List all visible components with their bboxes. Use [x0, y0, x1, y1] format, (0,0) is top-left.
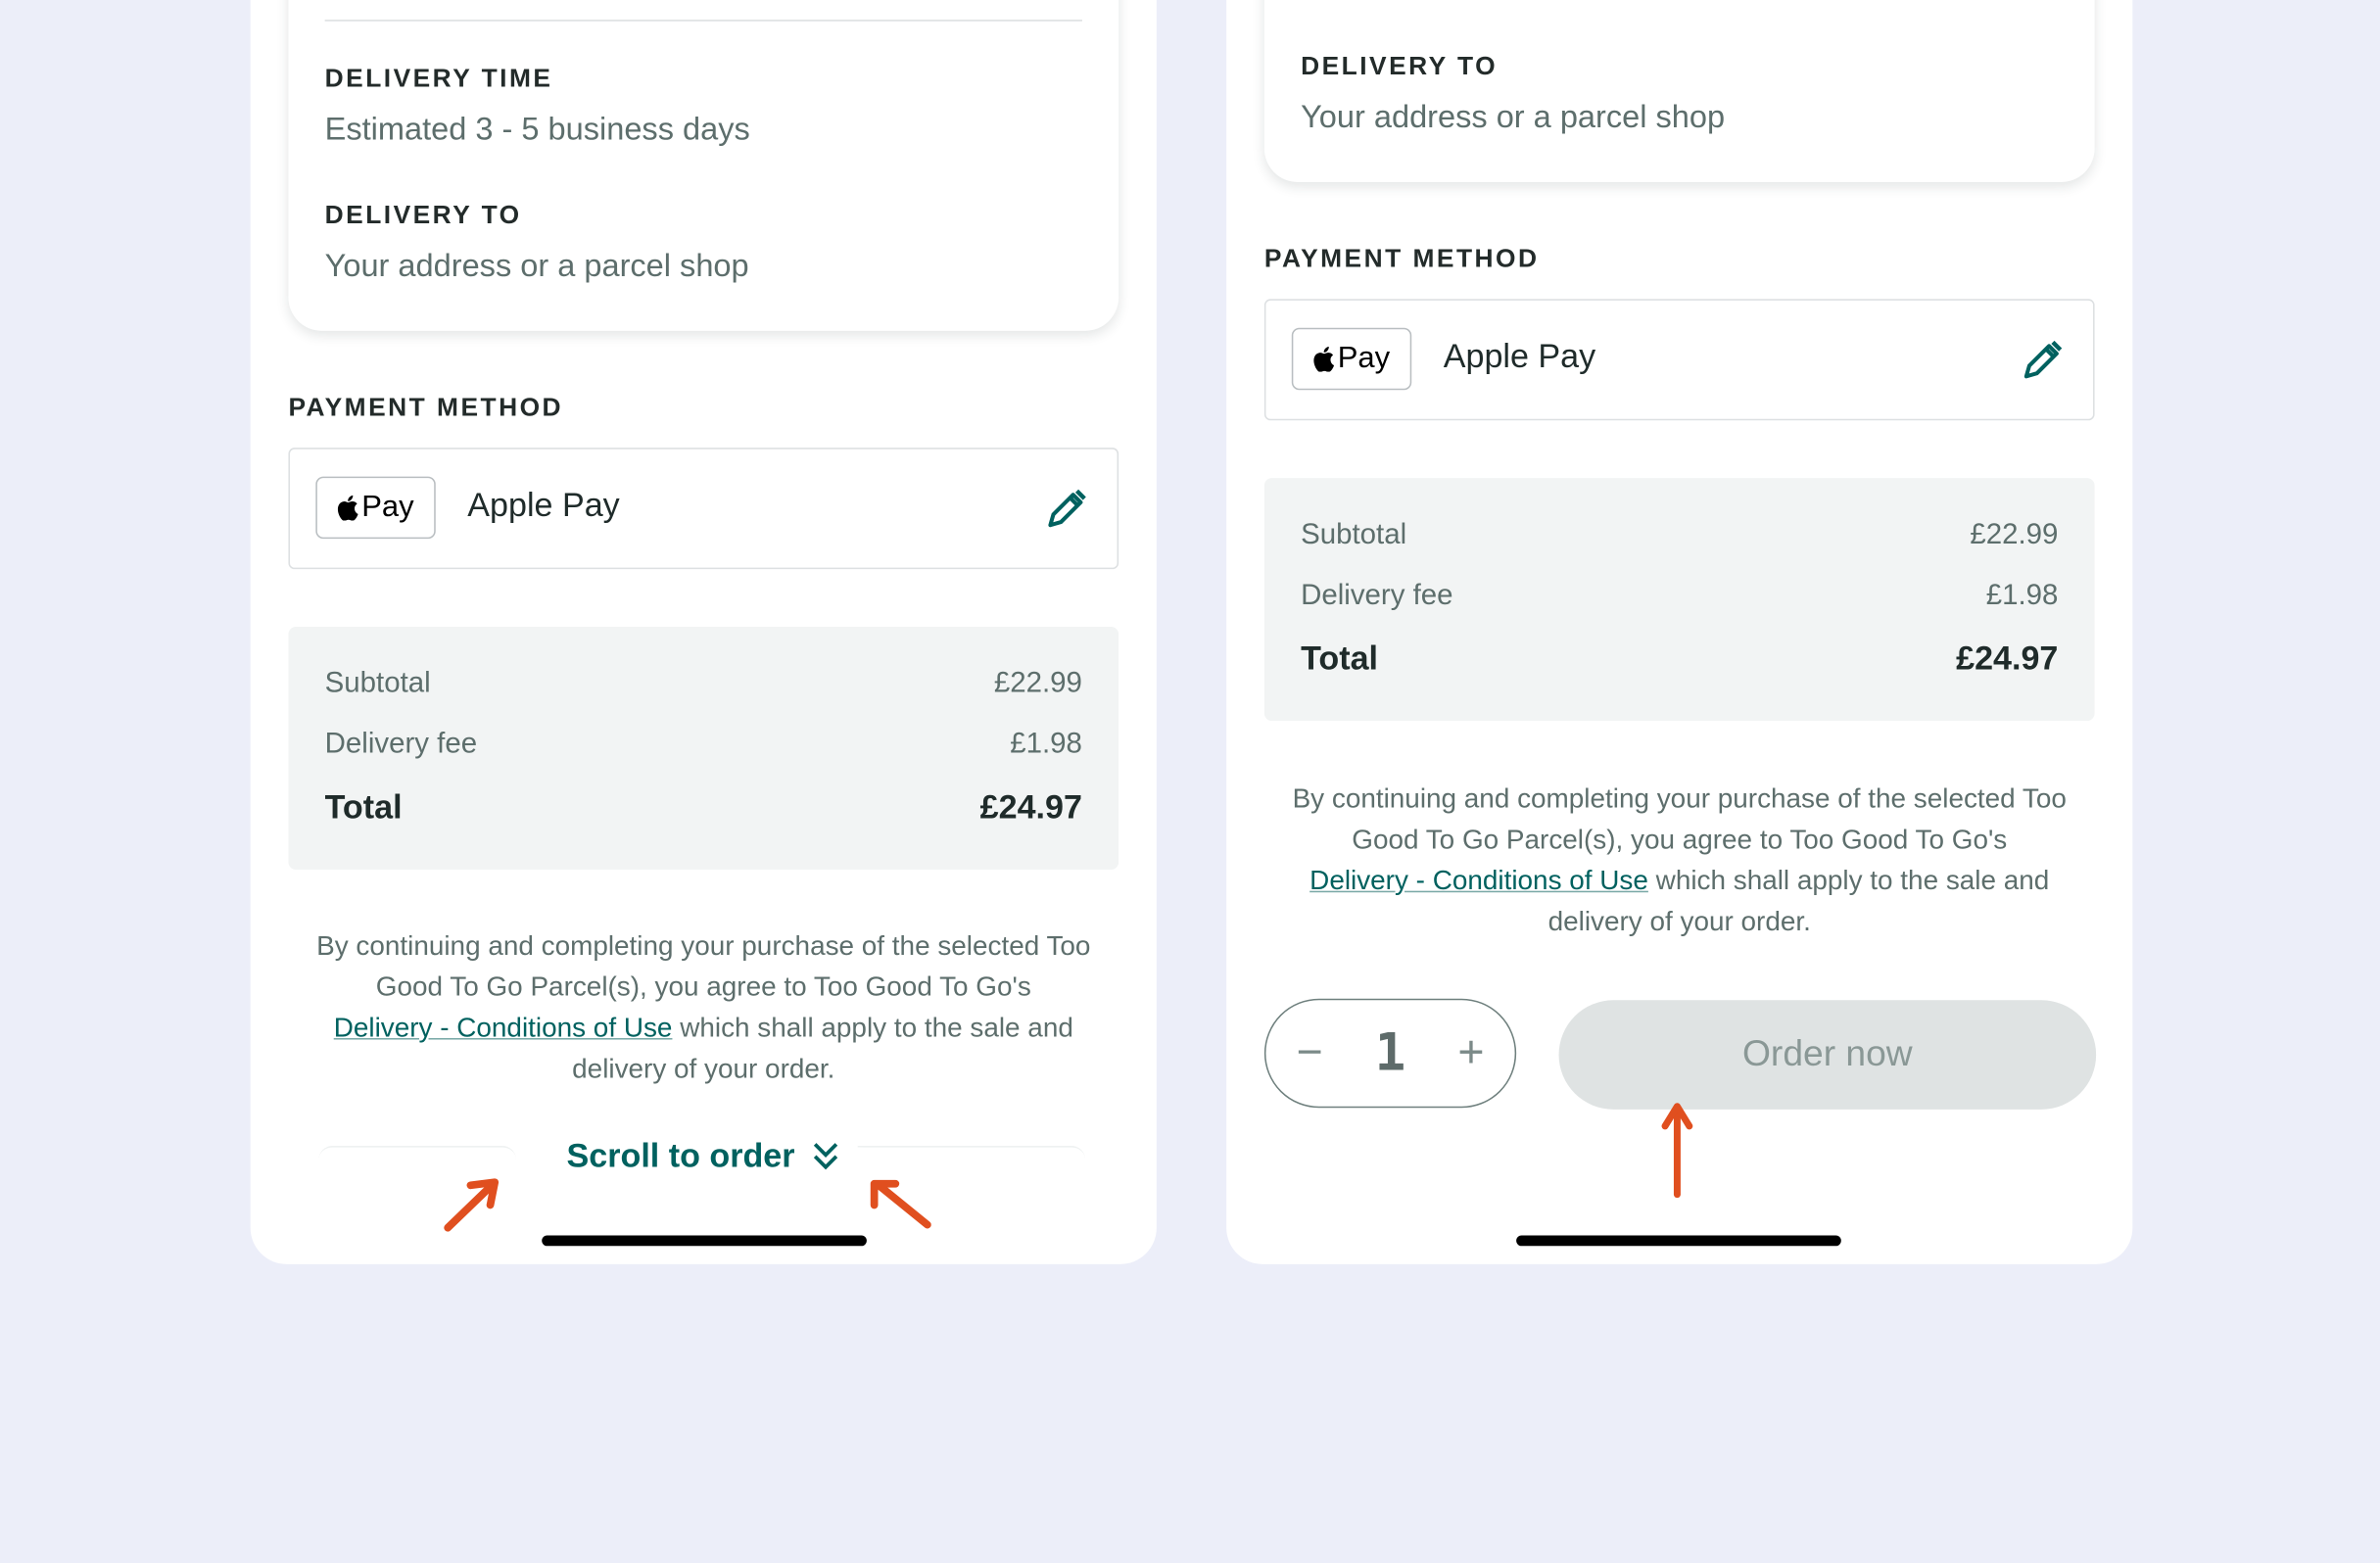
summary-row-subtotal: Subtotal £22.99: [1301, 519, 2058, 552]
scroll-to-order-button[interactable]: Scroll to order: [251, 1137, 1157, 1176]
terms-text-start: By continuing and completing your purcha…: [316, 929, 1091, 1002]
pencil-edit-icon[interactable]: [2018, 337, 2067, 386]
total-value: £24.97: [1956, 639, 2059, 678]
subtotal-label: Subtotal: [1301, 518, 1407, 551]
pencil-edit-icon[interactable]: [1041, 486, 1090, 535]
subtotal-value: £22.99: [993, 667, 1082, 700]
delivery-time-label: DELIVERY TIME: [324, 64, 553, 93]
decrement-button[interactable]: −: [1296, 1029, 1322, 1075]
delivery-info-card: DELIVERY TIME Estimated 3 - 5 business d…: [288, 0, 1119, 331]
summary-row-delivery-fee: Delivery fee £1.98: [325, 729, 1082, 762]
total-label: Total: [324, 787, 403, 827]
delivery-to-label: DELIVERY TO: [324, 200, 522, 230]
home-indicator: [542, 1235, 867, 1247]
price-summary: Subtotal £22.99 Delivery fee £1.98 Total…: [1263, 478, 2095, 722]
apple-pay-badge-text: Pay: [1337, 341, 1391, 375]
payment-method-selector[interactable]: Pay Apple Pay: [1263, 299, 2095, 421]
delivery-fee-label: Delivery fee: [324, 728, 478, 761]
phone-screen-right: DELIVERY TO Your address or a parcel sho…: [1226, 0, 2133, 1264]
payment-method-name: Apple Pay: [467, 485, 620, 524]
annotation-arrow-icon: [444, 1178, 500, 1232]
delivery-time-value: Estimated 3 - 5 business days: [324, 112, 750, 148]
apple-pay-badge-text: Pay: [361, 490, 414, 524]
annotation-arrow-icon: [870, 1179, 931, 1229]
delivery-fee-value: £1.98: [1985, 579, 2059, 612]
total-label: Total: [1301, 639, 1379, 678]
comparison-canvas: DELIVERY TIME Estimated 3 - 5 business d…: [0, 0, 2380, 1563]
terms-text-start: By continuing and completing your purcha…: [1292, 782, 2067, 855]
payment-method-title: PAYMENT METHOD: [1263, 244, 1540, 273]
phone-screen-left: DELIVERY TIME Estimated 3 - 5 business d…: [250, 0, 1157, 1264]
divider: [324, 20, 1082, 22]
delivery-fee-value: £1.98: [1010, 728, 1082, 761]
payment-method-selector[interactable]: Pay Apple Pay: [288, 448, 1119, 570]
terms-text: By continuing and completing your purcha…: [1264, 779, 2095, 942]
delivery-to-label: DELIVERY TO: [1301, 51, 1499, 81]
quantity-value: 1: [1374, 1022, 1406, 1084]
apple-pay-badge: Pay: [315, 476, 436, 540]
payment-method-name: Apple Pay: [1443, 337, 1596, 375]
delivery-to-value: Your address or a parcel shop: [1301, 100, 1726, 135]
annotation-arrow-icon: [1661, 1103, 1693, 1199]
subtotal-value: £22.99: [1970, 518, 2059, 551]
double-chevron-down-icon: [813, 1143, 837, 1170]
summary-row-total: Total £24.97: [1301, 639, 2058, 678]
price-summary: Subtotal £22.99 Delivery fee £1.98 Total…: [288, 627, 1119, 870]
summary-row-total: Total £24.97: [325, 787, 1082, 827]
apple-pay-badge: Pay: [1291, 327, 1412, 391]
payment-method-title: PAYMENT METHOD: [288, 393, 564, 422]
apple-logo-icon: [338, 495, 358, 521]
terms-text: By continuing and completing your purcha…: [288, 925, 1119, 1089]
delivery-info-card: DELIVERY TO Your address or a parcel sho…: [1263, 0, 2095, 182]
conditions-of-use-link[interactable]: Delivery - Conditions of Use: [334, 1013, 673, 1043]
increment-button[interactable]: +: [1457, 1029, 1484, 1075]
delivery-to-value: Your address or a parcel shop: [324, 249, 749, 284]
summary-row-subtotal: Subtotal £22.99: [325, 668, 1082, 701]
order-now-button[interactable]: Order now: [1558, 1000, 2097, 1110]
apple-logo-icon: [1313, 346, 1335, 372]
subtotal-label: Subtotal: [324, 667, 431, 700]
quantity-stepper[interactable]: − 1 +: [1263, 998, 1517, 1109]
scroll-to-order-label: Scroll to order: [566, 1136, 795, 1175]
summary-row-delivery-fee: Delivery fee £1.98: [1301, 580, 2058, 613]
conditions-of-use-link[interactable]: Delivery - Conditions of Use: [1309, 865, 1648, 895]
total-value: £24.97: [979, 787, 1082, 827]
delivery-fee-label: Delivery fee: [1301, 579, 1453, 612]
home-indicator: [1516, 1235, 1841, 1247]
